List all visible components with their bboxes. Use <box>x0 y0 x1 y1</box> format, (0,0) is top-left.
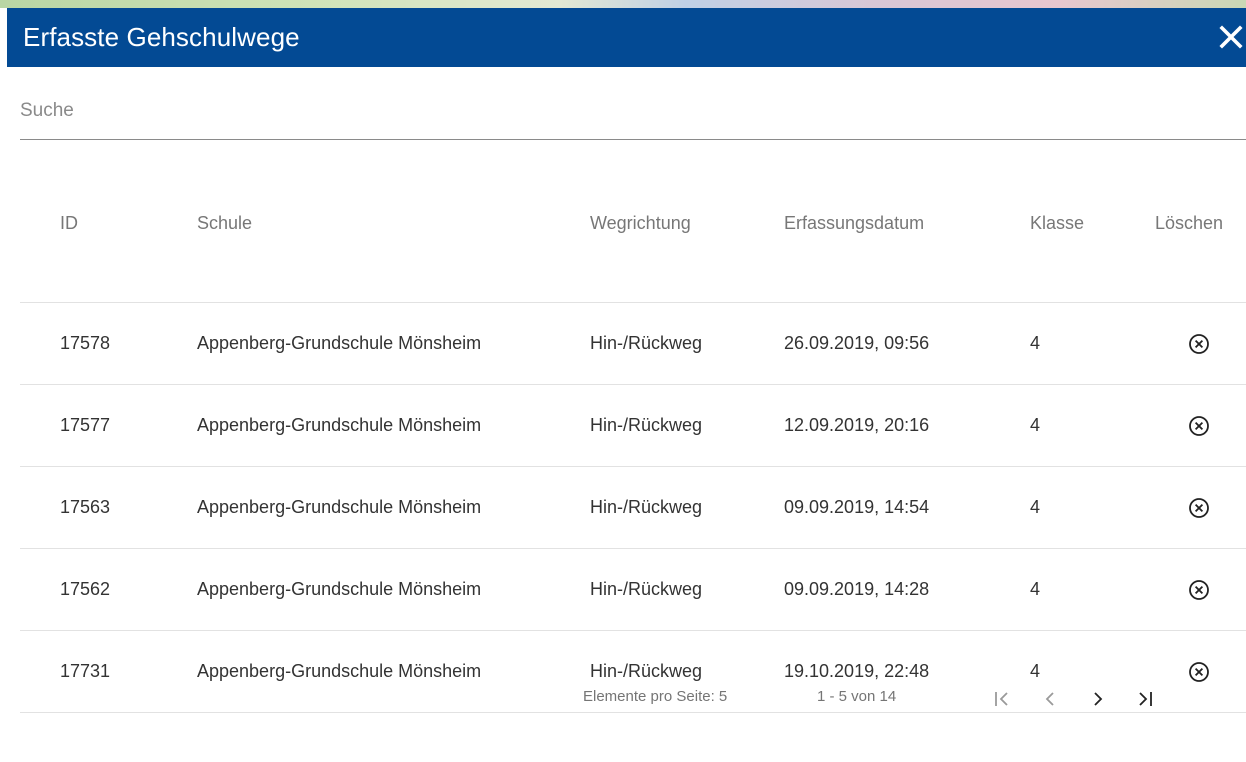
dialog-header: Erfasste Gehschulwege <box>7 8 1246 67</box>
cell-klasse: 4 <box>1029 466 1155 549</box>
column-header-klasse[interactable]: Klasse <box>1029 184 1155 303</box>
cell-datum: 26.09.2019, 09:56 <box>783 302 1029 385</box>
column-header-id[interactable]: ID <box>20 184 196 303</box>
cell-schule: Appenberg-Grundschule Mönsheim <box>196 548 589 631</box>
cell-klasse: 4 <box>1029 548 1155 631</box>
page-range-label: 1 - 5 von 14 <box>817 688 897 705</box>
table-row: 17577 Appenberg-Grundschule Mönsheim Hin… <box>20 384 1246 467</box>
column-header-loeschen: Löschen <box>1155 184 1246 303</box>
delete-button[interactable] <box>1188 579 1210 601</box>
last-page-icon <box>1139 692 1152 706</box>
cell-wegrichtung: Hin-/Rückweg <box>589 548 783 631</box>
cell-datum: 09.09.2019, 14:28 <box>783 548 1029 631</box>
cell-delete <box>1155 384 1246 467</box>
cell-wegrichtung: Hin-/Rückweg <box>589 302 783 385</box>
cancel-circle-icon <box>1189 415 1209 436</box>
close-button[interactable] <box>1216 20 1246 54</box>
delete-button[interactable] <box>1188 333 1210 355</box>
first-page-icon <box>995 692 1008 706</box>
cancel-circle-icon <box>1189 333 1209 354</box>
cell-datum: 09.09.2019, 14:54 <box>783 466 1029 549</box>
cell-schule: Appenberg-Grundschule Mönsheim <box>196 466 589 549</box>
table-header-row: ID Schule Wegrichtung Erfassungsdatum Kl… <box>20 184 1246 303</box>
next-page-button[interactable] <box>1083 684 1113 714</box>
chevron-right-icon <box>1094 692 1103 706</box>
cell-delete <box>1155 466 1246 549</box>
table-row: 17562 Appenberg-Grundschule Mönsheim Hin… <box>20 548 1246 631</box>
cancel-circle-icon <box>1189 579 1209 600</box>
cell-schule: Appenberg-Grundschule Mönsheim <box>196 384 589 467</box>
column-header-wegrichtung[interactable]: Wegrichtung <box>589 184 783 303</box>
cell-datum: 12.09.2019, 20:16 <box>783 384 1029 467</box>
routes-table: ID Schule Wegrichtung Erfassungsdatum Kl… <box>20 184 1246 713</box>
cell-wegrichtung: Hin-/Rückweg <box>589 466 783 549</box>
search-input[interactable] <box>20 91 1246 131</box>
table-row: 17578 Appenberg-Grundschule Mönsheim Hin… <box>20 302 1246 385</box>
cell-id: 17577 <box>20 384 196 467</box>
dialog-title: Erfasste Gehschulwege <box>23 22 300 52</box>
cell-wegrichtung: Hin-/Rückweg <box>589 384 783 467</box>
map-background <box>0 0 1246 8</box>
first-page-button[interactable] <box>987 684 1017 714</box>
cell-klasse: 4 <box>1029 384 1155 467</box>
recorded-routes-dialog: Erfasste Gehschulwege ID Schule Wegricht… <box>7 8 1246 762</box>
table-row: 17563 Appenberg-Grundschule Mönsheim Hin… <box>20 466 1246 549</box>
cancel-circle-icon <box>1189 497 1209 518</box>
delete-button[interactable] <box>1188 415 1210 437</box>
cell-id: 17562 <box>20 548 196 631</box>
cell-delete <box>1155 302 1246 385</box>
cell-id: 17563 <box>20 466 196 549</box>
search-field <box>20 91 1246 140</box>
cell-id: 17578 <box>20 302 196 385</box>
column-header-schule[interactable]: Schule <box>196 184 589 303</box>
close-icon <box>1219 25 1243 49</box>
items-per-page-label: Elemente pro Seite: 5 <box>583 688 728 705</box>
cell-delete <box>1155 548 1246 631</box>
delete-button[interactable] <box>1188 497 1210 519</box>
last-page-button[interactable] <box>1131 684 1161 714</box>
previous-page-button[interactable] <box>1035 684 1065 714</box>
paginator: Elemente pro Seite: 5 1 - 5 von 14 <box>7 668 1246 728</box>
chevron-left-icon <box>1045 692 1054 706</box>
cell-schule: Appenberg-Grundschule Mönsheim <box>196 302 589 385</box>
cell-klasse: 4 <box>1029 302 1155 385</box>
column-header-datum[interactable]: Erfassungsdatum <box>783 184 1029 303</box>
